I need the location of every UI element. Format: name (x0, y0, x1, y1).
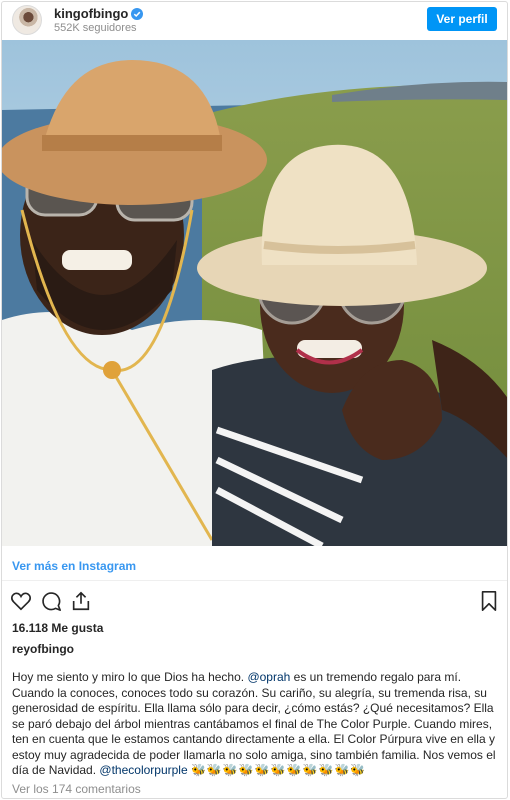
caption-username[interactable]: reyofbingo (12, 642, 74, 656)
view-comments-link[interactable]: Ver los 174 comentarios (12, 782, 141, 796)
view-profile-button[interactable]: Ver perfil (427, 7, 497, 31)
mention-oprah-link[interactable]: @oprah (247, 670, 290, 684)
post-header: kingofbingo 552K seguidores Ver perfil (2, 2, 507, 40)
post-photo[interactable] (2, 40, 507, 546)
follower-count: 552K seguidores (54, 22, 137, 34)
divider (2, 580, 507, 581)
comment-icon[interactable] (40, 590, 62, 612)
username[interactable]: kingofbingo (54, 6, 144, 21)
caption-text-part2: es un tremendo regalo para mí. Cuando la… (12, 670, 496, 777)
heart-icon[interactable] (10, 590, 32, 612)
bookmark-icon[interactable] (478, 590, 500, 612)
verified-badge-icon (131, 7, 144, 20)
mention-thecolorpurple-link[interactable]: @thecolorpurple (99, 763, 187, 777)
post-caption: Hoy me siento y miro lo que Dios ha hech… (12, 670, 500, 779)
caption-text-part1: Hoy me siento y miro lo que Dios ha hech… (12, 670, 248, 684)
avatar[interactable] (12, 5, 42, 35)
bee-emojis: 🐝🐝🐝🐝🐝🐝🐝🐝🐝🐝🐝 (190, 763, 367, 777)
like-count[interactable]: 16.118 Me gusta (12, 621, 103, 635)
action-bar (2, 590, 507, 614)
instagram-embed-card: kingofbingo 552K seguidores Ver perfil V… (1, 1, 508, 799)
share-icon[interactable] (70, 590, 92, 612)
photo-illustration (2, 40, 507, 546)
username-label[interactable]: kingofbingo (54, 6, 128, 21)
view-more-on-instagram-link[interactable]: Ver más en Instagram (12, 559, 136, 573)
